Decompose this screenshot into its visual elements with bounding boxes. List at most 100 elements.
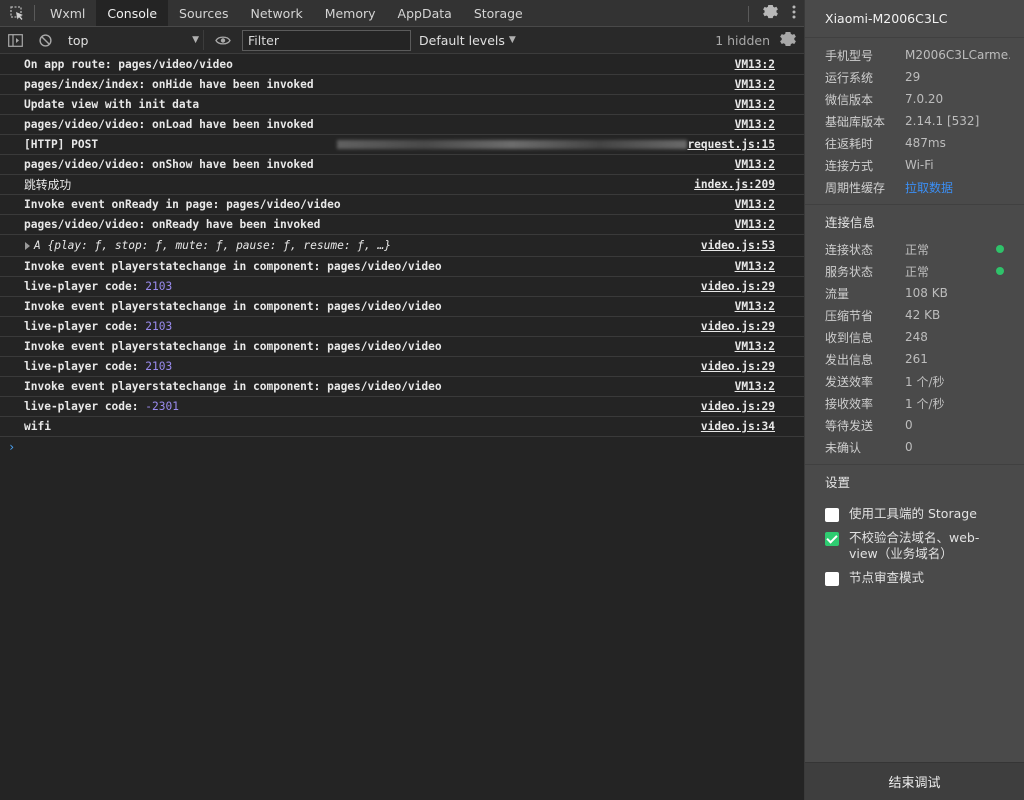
log-source-link[interactable]: VM13:2 bbox=[735, 380, 775, 393]
info-key: 发送效率 bbox=[825, 374, 874, 389]
log-message: Invoke event playerstatechange in compon… bbox=[24, 340, 442, 353]
log-source-link[interactable]: video.js:29 bbox=[701, 280, 775, 293]
tab-network[interactable]: Network bbox=[240, 0, 314, 26]
device-info-list: 手机型号 M2006C3LCarme... 运行系统 29 微信版本 7.0.20 基础库版… bbox=[805, 38, 1024, 198]
log-source-link[interactable]: VM13:2 bbox=[735, 340, 775, 353]
log-source-link[interactable]: VM13:2 bbox=[735, 198, 775, 211]
log-source-link[interactable]: VM13:2 bbox=[735, 98, 775, 111]
log-source-link[interactable]: video.js:29 bbox=[701, 320, 775, 333]
console-log-row: On app route: pages/video/video VM13:2 bbox=[0, 55, 804, 75]
log-source-link[interactable]: video.js:29 bbox=[701, 360, 775, 373]
setting-label: 节点审查模式 bbox=[849, 570, 925, 585]
device-title: Xiaomi-M2006C3LC bbox=[805, 0, 1024, 38]
live-expression-eye-icon[interactable] bbox=[212, 29, 234, 51]
info-key: 压缩节省 bbox=[825, 308, 874, 323]
info-key: 未确认 bbox=[825, 440, 862, 455]
log-source-link[interactable]: VM13:2 bbox=[735, 78, 775, 91]
info-key: 往返耗时 bbox=[825, 136, 874, 151]
log-message: live-player code: 2103 bbox=[24, 360, 701, 373]
more-options-icon[interactable] bbox=[792, 4, 796, 23]
end-debug-button[interactable]: 结束调试 bbox=[805, 762, 1024, 800]
context-select[interactable]: top ▼ bbox=[64, 30, 204, 50]
console-prompt[interactable]: › bbox=[0, 437, 804, 457]
setting-checkbox[interactable] bbox=[825, 572, 839, 586]
fetch-data-link[interactable]: 拉取数据 bbox=[905, 179, 953, 196]
log-source-link[interactable]: request.js:15 bbox=[687, 138, 775, 151]
info-row: 接收效率 1 个/秒 bbox=[805, 392, 1024, 414]
log-source-link[interactable]: index.js:209 bbox=[694, 178, 775, 191]
setting-checkbox[interactable] bbox=[825, 508, 839, 522]
tab-memory[interactable]: Memory bbox=[314, 0, 387, 26]
log-source-link[interactable]: video.js:29 bbox=[701, 400, 775, 413]
info-value: 487ms bbox=[905, 136, 946, 150]
info-row: 发出信息 261 bbox=[805, 348, 1024, 370]
log-message: pages/video/video: onShow have been invo… bbox=[24, 158, 314, 171]
console-log-row: 跳转成功 index.js:209 bbox=[0, 175, 804, 195]
log-source-link[interactable]: VM13:2 bbox=[735, 158, 775, 171]
context-select-value: top bbox=[68, 32, 89, 48]
setting-checkbox[interactable] bbox=[825, 532, 839, 546]
setting-option[interactable]: 使用工具端的 Storage bbox=[805, 506, 1024, 522]
toggle-sidebar-icon[interactable] bbox=[4, 29, 26, 51]
log-number-value: 2103 bbox=[145, 320, 173, 333]
console-log-row: wifi video.js:34 bbox=[0, 417, 804, 437]
console-log-row: Invoke event playerstatechange in compon… bbox=[0, 337, 804, 357]
console-log-row: live-player code: 2103 video.js:29 bbox=[0, 317, 804, 337]
status-ok-dot-icon bbox=[996, 245, 1004, 253]
log-message: A {play: ƒ, stop: ƒ, mute: ƒ, pause: ƒ, … bbox=[34, 239, 391, 252]
hidden-count: 1 hidden bbox=[715, 32, 770, 48]
tab-wxml[interactable]: Wxml bbox=[39, 0, 96, 26]
info-row: 运行系统 29 bbox=[805, 66, 1024, 88]
console-log-row: Invoke event playerstatechange in compon… bbox=[0, 297, 804, 317]
info-key: 发出信息 bbox=[825, 352, 874, 367]
devtools-panel: Wxml Console Sources Network Memory AppData St… bbox=[0, 0, 804, 800]
log-source-link[interactable]: video.js:53 bbox=[701, 239, 775, 252]
settings-gear-icon[interactable] bbox=[763, 4, 778, 23]
clear-console-icon[interactable] bbox=[34, 29, 56, 51]
info-value: 42 KB bbox=[905, 308, 941, 322]
log-number-value: 2103 bbox=[145, 360, 173, 373]
info-row: 基础库版本 2.14.1 [532] bbox=[805, 110, 1024, 132]
console-log-row: live-player code: -2301 video.js:29 bbox=[0, 397, 804, 417]
tab-console[interactable]: Console bbox=[96, 0, 169, 26]
info-value: 1 个/秒 bbox=[905, 374, 945, 389]
tab-sources[interactable]: Sources bbox=[168, 0, 239, 26]
log-number-value: -2301 bbox=[145, 400, 179, 413]
info-row: 未确认 0 bbox=[805, 436, 1024, 458]
log-source-link[interactable]: VM13:2 bbox=[735, 58, 775, 71]
console-log-row: live-player code: 2103 video.js:29 bbox=[0, 357, 804, 377]
log-number-value: 2103 bbox=[145, 280, 173, 293]
info-row: 等待发送 0 bbox=[805, 414, 1024, 436]
setting-option[interactable]: 不校验合法域名、web-view（业务域名） bbox=[805, 530, 1024, 562]
expand-triangle-icon[interactable] bbox=[25, 242, 30, 250]
log-message: On app route: pages/video/video bbox=[24, 58, 233, 71]
info-key: 连接方式 bbox=[825, 158, 874, 173]
log-source-link[interactable]: VM13:2 bbox=[735, 300, 775, 313]
info-key: 收到信息 bbox=[825, 330, 874, 345]
inspect-element-icon[interactable] bbox=[0, 0, 34, 26]
log-message: live-player code: 2103 bbox=[24, 320, 701, 333]
tab-appdata[interactable]: AppData bbox=[387, 0, 463, 26]
info-value: 261 bbox=[905, 352, 928, 366]
console-settings-gear-icon[interactable] bbox=[780, 31, 796, 50]
console-log-row: pages/video/video: onReady have been inv… bbox=[0, 215, 804, 235]
info-row: 连接方式 Wi-Fi bbox=[805, 154, 1024, 176]
info-value: 108 KB bbox=[905, 286, 948, 300]
redacted-url bbox=[337, 140, 688, 149]
console-log-row: pages/index/index: onHide have been invo… bbox=[0, 75, 804, 95]
setting-label: 使用工具端的 Storage bbox=[849, 506, 977, 521]
chevron-down-icon: ▼ bbox=[508, 35, 516, 45]
log-source-link[interactable]: video.js:34 bbox=[701, 420, 775, 433]
log-source-link[interactable]: VM13:2 bbox=[735, 118, 775, 131]
log-source-link[interactable]: VM13:2 bbox=[735, 260, 775, 273]
tab-storage[interactable]: Storage bbox=[463, 0, 534, 26]
log-message: Invoke event playerstatechange in compon… bbox=[24, 260, 442, 273]
console-log-row: [HTTP] POST request.js:15 bbox=[0, 135, 804, 155]
info-key: 服务状态 bbox=[825, 264, 874, 279]
setting-option[interactable]: 节点审查模式 bbox=[805, 570, 1024, 586]
log-source-link[interactable]: VM13:2 bbox=[735, 218, 775, 231]
chevron-down-icon: ▼ bbox=[192, 35, 199, 45]
devtools-tabbar: Wxml Console Sources Network Memory AppData St… bbox=[0, 0, 804, 27]
filter-input[interactable] bbox=[242, 29, 411, 51]
log-levels-dropdown[interactable]: Default levels ▼ bbox=[419, 33, 516, 48]
